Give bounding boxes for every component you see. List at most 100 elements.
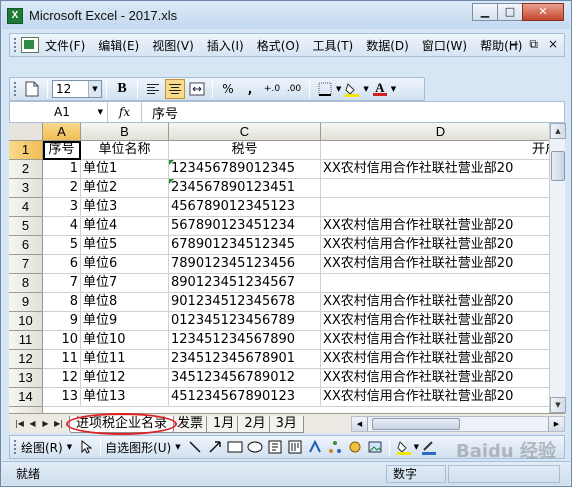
maximize-button[interactable]: □ [497,3,523,21]
insert-function-icon[interactable]: fx [108,102,142,122]
cell-unit-name[interactable]: 单位9 [81,312,169,331]
header-cell-b[interactable]: 单位名称 [81,141,169,160]
sheet-tab[interactable]: 2月 [237,416,273,433]
cell-seq[interactable]: 2 [43,179,81,198]
cell-seq[interactable]: 10 [43,331,81,350]
rectangle-icon[interactable] [226,438,244,456]
cell-tax-id[interactable]: 890123451234567 [169,274,321,293]
row-header[interactable]: 2 [9,160,43,179]
percent-button[interactable]: % [218,79,238,99]
chevron-down-icon[interactable]: ▼ [88,81,101,97]
row-header[interactable]: 1 [9,141,43,160]
header-cell-a[interactable]: 序号 [43,141,81,160]
align-left-button[interactable] [143,79,163,99]
scroll-left-icon[interactable]: ◀ [352,417,368,431]
cell-bank[interactable] [321,274,549,293]
cell-bank[interactable]: XX农村信用合作社联社营业部20 [321,217,549,236]
scroll-down-icon[interactable]: ▼ [550,397,566,413]
row-header[interactable]: 11 [9,331,43,350]
menu-view[interactable]: 视图(V) [152,37,194,54]
header-cell-d[interactable]: 开户 [321,141,549,160]
cell-unit-name[interactable]: 单位1 [81,160,169,179]
horizontal-scroll-thumb[interactable] [372,418,460,430]
scroll-right-icon[interactable]: ▶ [548,417,564,431]
name-box[interactable]: A1 ▼ [10,102,108,122]
menu-file[interactable]: 文件(F) [45,37,85,54]
prev-sheet-button[interactable]: ◀ [26,417,39,431]
select-pointer-icon[interactable] [77,438,95,456]
menu-format[interactable]: 格式(O) [257,37,300,54]
cell-bank[interactable]: XX农村信用合作社联社营业部20 [321,388,549,407]
cell-unit-name[interactable]: 单位8 [81,293,169,312]
chevron-down-icon[interactable]: ▼ [98,108,103,116]
cell-seq[interactable]: 1 [43,160,81,179]
vertical-scrollbar[interactable]: ▲ ▼ [549,123,566,413]
arrow-icon[interactable] [206,438,224,456]
font-size-select[interactable]: 12 ▼ [52,80,102,98]
font-color-button[interactable]: A [370,79,390,99]
sheet-tab[interactable]: 3月 [268,416,304,433]
cell-seq[interactable]: 12 [43,369,81,388]
cell-seq[interactable]: 9 [43,312,81,331]
picture-icon[interactable] [366,438,384,456]
column-header-d[interactable]: D [321,123,549,141]
line-color-icon[interactable] [420,438,438,456]
cell-unit-name[interactable]: 单位7 [81,274,169,293]
cell-seq[interactable]: 7 [43,274,81,293]
row-header[interactable]: 3 [9,179,43,198]
cell-unit-name[interactable]: 单位13 [81,388,169,407]
doc-restore-button[interactable]: ⧉ [529,37,538,52]
row-header[interactable]: 12 [9,350,43,369]
workbook-icon[interactable] [21,37,39,53]
cell-unit-name[interactable]: 单位10 [81,331,169,350]
cell-tax-id[interactable]: 123451234567890 [169,331,321,350]
sheet-tab-active[interactable]: 进项税企业名录 [66,413,178,435]
sheet-tab[interactable]: 1月 [206,416,242,433]
row-header[interactable]: 6 [9,236,43,255]
select-all-button[interactable] [9,123,43,141]
minimize-button[interactable]: ▁ [472,3,498,21]
chevron-down-icon[interactable]: ▼ [363,85,368,93]
row-header[interactable]: 4 [9,198,43,217]
first-sheet-button[interactable]: |◀ [13,417,26,431]
cell-bank[interactable]: XX农村信用合作社联社营业部20 [321,255,549,274]
cell-tax-id[interactable]: 789012345123456 [169,255,321,274]
row-header[interactable]: 10 [9,312,43,331]
row-header[interactable]: 7 [9,255,43,274]
row-header[interactable]: 14 [9,388,43,407]
cell-tax-id[interactable]: 456789012345123 [169,198,321,217]
row-header[interactable]: 8 [9,274,43,293]
worksheet-grid[interactable]: ABCD1序号单位名称税号开户21单位1123456789012345XX农村信… [9,123,549,413]
cell-unit-name[interactable]: 单位2 [81,179,169,198]
diagram-icon[interactable] [326,438,344,456]
column-header-b[interactable]: B [81,123,169,141]
cell-unit-name[interactable]: 单位11 [81,350,169,369]
menu-window[interactable]: 窗口(W) [422,37,467,54]
menu-data[interactable]: 数据(D) [366,37,409,54]
cell-tax-id[interactable]: 012345123456789 [169,312,321,331]
menu-insert[interactable]: 插入(I) [207,37,244,54]
cell-bank[interactable]: XX农村信用合作社联社营业部20 [321,331,549,350]
vertical-scroll-thumb[interactable] [551,151,565,181]
cell-bank[interactable]: XX农村信用合作社联社营业部20 [321,312,549,331]
menu-tools[interactable]: 工具(T) [313,37,354,54]
excel-icon[interactable]: X [7,7,23,24]
column-header-c[interactable]: C [169,123,321,141]
cell-bank[interactable]: XX农村信用合作社联社营业部20 [321,369,549,388]
close-button[interactable]: ✕ [522,3,564,21]
next-sheet-button[interactable]: ▶ [39,417,52,431]
row-header[interactable]: 5 [9,217,43,236]
cell-seq[interactable]: 5 [43,236,81,255]
borders-button[interactable] [315,79,335,99]
cell-unit-name[interactable]: 单位3 [81,198,169,217]
cell-bank[interactable] [321,179,549,198]
cell-bank[interactable]: XX农村信用合作社联社营业部20 [321,236,549,255]
cell-unit-name[interactable]: 单位6 [81,255,169,274]
cell-tax-id[interactable]: 123456789012345 [169,160,321,179]
cell-seq[interactable]: 6 [43,255,81,274]
cell-seq[interactable]: 3 [43,198,81,217]
header-cell-c[interactable]: 税号 [169,141,321,160]
chevron-down-icon[interactable]: ▼ [67,443,72,451]
cell-tax-id[interactable]: 234512345678901 [169,350,321,369]
last-sheet-button[interactable]: ▶| [52,417,65,431]
